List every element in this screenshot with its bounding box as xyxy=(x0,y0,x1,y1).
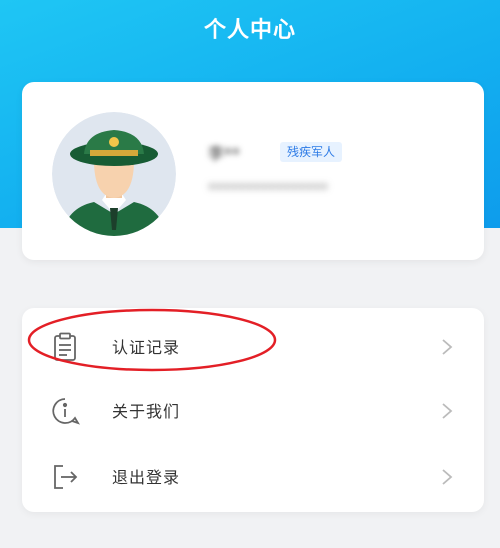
clipboard-icon xyxy=(50,332,80,362)
chevron-right-icon xyxy=(440,468,454,486)
profile-card: 李** 残疾军人 **************** xyxy=(22,82,484,260)
status-badge: 残疾军人 xyxy=(280,142,343,162)
profile-name: 李** xyxy=(208,144,241,163)
avatar xyxy=(52,112,176,236)
menu-item-label: 认证记录 xyxy=(112,338,181,357)
menu-item-logout[interactable]: 退出登录 xyxy=(22,444,484,508)
chevron-right-icon xyxy=(440,402,454,420)
menu-card: 认证记录 关于我们 退出登录 xyxy=(22,308,484,512)
info-icon xyxy=(50,396,81,426)
chevron-right-icon xyxy=(440,338,454,356)
menu-item-about[interactable]: 关于我们 xyxy=(22,378,484,442)
page-title: 个人中心 xyxy=(203,18,296,43)
menu-item-records[interactable]: 认证记录 xyxy=(22,314,484,378)
logout-icon xyxy=(50,462,80,492)
menu-item-label: 退出登录 xyxy=(112,468,181,487)
menu-item-label: 关于我们 xyxy=(112,402,181,421)
profile-id-number: **************** xyxy=(208,180,328,198)
